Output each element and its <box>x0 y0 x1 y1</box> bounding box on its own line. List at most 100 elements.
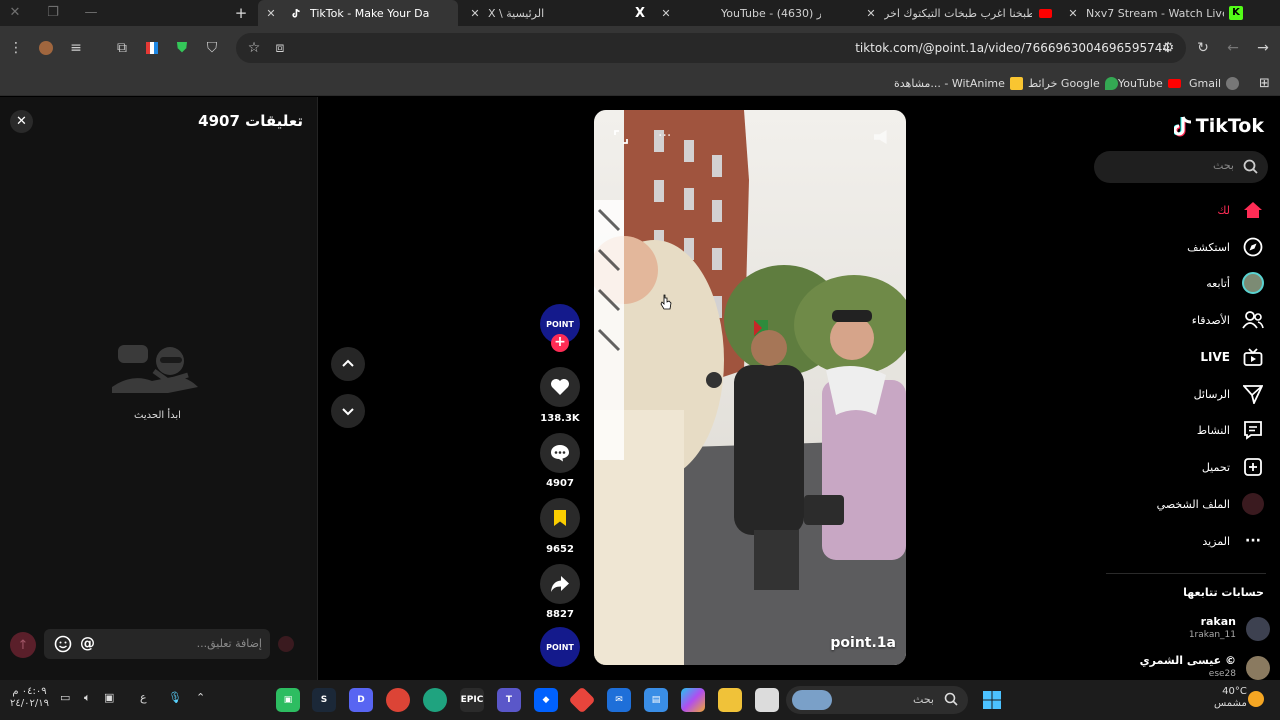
desktop-app-icon[interactable] <box>755 688 779 712</box>
weather-widget[interactable]: 40°C مشمس <box>1214 686 1247 710</box>
site-settings-icon[interactable]: ⚙ <box>1158 38 1178 58</box>
share-button[interactable] <box>540 564 580 604</box>
store-icon[interactable]: ▤ <box>644 688 668 712</box>
network-icon[interactable]: ▣ <box>104 691 114 704</box>
translate-icon[interactable]: ⧈ <box>270 38 290 58</box>
tab-x[interactable]: ✕ X \ الرئيسية <box>462 0 622 26</box>
bookmark-witanime[interactable]: مشاهدة... - WitAnime <box>894 74 1023 92</box>
clock[interactable]: ٠٤:٠٩ م ٢٤/٠٢/١٩ <box>10 686 49 710</box>
close-tab-icon[interactable]: ✕ <box>468 7 482 20</box>
close-tab-icon[interactable]: ✕ <box>1066 7 1080 20</box>
discord-icon[interactable]: D <box>349 688 373 712</box>
bookmark-label: مشاهدة... - WitAnime <box>894 76 1005 90</box>
follow-button[interactable]: + <box>551 334 569 352</box>
tab-cooking[interactable]: ✕ طبخنا اغرب طبخات التيكتوك اخر <box>858 0 1058 26</box>
taskbar-app-green-icon[interactable]: ▣ <box>276 688 300 712</box>
maps-pin-icon <box>1104 76 1118 90</box>
share-count: 8827 <box>546 609 574 620</box>
file-explorer-icon[interactable] <box>718 688 742 712</box>
send-comment-button[interactable]: ↑ <box>10 632 36 658</box>
teams-icon[interactable]: T <box>497 688 521 712</box>
anydesk-icon[interactable] <box>568 686 596 714</box>
apps-grid-icon[interactable]: ⊞ <box>1259 74 1270 92</box>
logo-text: TikTok <box>1195 115 1264 137</box>
search-icon[interactable] <box>1243 159 1258 174</box>
nav-live[interactable]: LIVE <box>1200 345 1264 369</box>
video-player[interactable]: ··· point.1a <box>594 110 906 665</box>
privacy-shield-icon[interactable]: ⛉ <box>202 38 222 58</box>
nav-friends[interactable]: الأصدقاء <box>1192 308 1264 332</box>
comment-input-box[interactable]: @ إضافة تعليق... <box>44 629 270 659</box>
mention-button[interactable]: @ <box>80 634 95 652</box>
chrome-icon[interactable] <box>386 688 410 712</box>
back-icon[interactable]: → <box>1253 38 1273 58</box>
bookmark-youtube[interactable]: YouTube <box>1118 74 1181 92</box>
tray-overflow-icon[interactable]: ⌃ <box>196 691 205 704</box>
nav-label: LIVE <box>1200 350 1230 364</box>
previous-video-button[interactable] <box>331 347 365 381</box>
nav-activity[interactable]: النشاط <box>1197 418 1264 442</box>
extensions-puzzle-icon[interactable]: ⧉ <box>112 38 132 58</box>
tab-title: YouTube - (4630) باور <box>721 6 821 20</box>
account-name: عيسى الشمري © <box>1139 654 1236 667</box>
edge-icon[interactable] <box>423 688 447 712</box>
copilot-icon[interactable] <box>681 688 705 712</box>
menu-dots-icon[interactable]: ⋮ <box>6 38 26 58</box>
fullscreen-icon[interactable] <box>614 130 628 144</box>
close-tab-icon[interactable]: ✕ <box>659 7 673 20</box>
like-button[interactable] <box>540 367 580 407</box>
search-input[interactable]: بحث <box>1094 151 1268 183</box>
volume-tray-icon[interactable]: 🔈︎ <box>84 691 91 705</box>
close-tab-icon[interactable]: ✕ <box>864 7 878 20</box>
nav-messages[interactable]: الرسائل <box>1194 382 1264 406</box>
reload-icon[interactable]: ↻ <box>1193 38 1213 58</box>
epic-games-icon[interactable]: EPIC <box>460 688 484 712</box>
video-more-icon[interactable]: ··· <box>658 128 671 144</box>
close-comments-button[interactable]: ✕ <box>10 110 33 133</box>
nav-for-you[interactable]: لك <box>1217 198 1264 222</box>
tab-tiktok[interactable]: ✕ TikTok - Make Your Day <box>258 0 458 26</box>
tiktok-logo[interactable]: TikTok <box>1173 115 1264 137</box>
nav-label: لك <box>1217 203 1230 217</box>
battery-icon[interactable]: ▭ <box>60 691 70 704</box>
emoji-icon[interactable] <box>54 635 72 653</box>
steam-icon[interactable]: S <box>312 688 336 712</box>
extension-bars-icon[interactable] <box>142 38 162 58</box>
mail-icon[interactable]: ✉ <box>607 688 631 712</box>
chevron-down-icon <box>342 408 354 416</box>
extension-profile-icon[interactable] <box>36 38 56 58</box>
bookmark-gmail[interactable]: Gmail <box>1189 74 1240 92</box>
window-restore-icon[interactable]: ❐ <box>44 4 62 22</box>
forward-icon[interactable]: ← <box>1223 38 1243 58</box>
account-item-rakan[interactable]: rakan 1rakan_11 <box>1100 615 1270 645</box>
close-tab-icon[interactable]: ✕ <box>264 7 278 20</box>
bookmark-google-maps[interactable]: خرائط Google <box>1028 74 1118 92</box>
window-minimize-icon[interactable]: — <box>82 4 100 22</box>
windows-start-icon[interactable] <box>980 688 1004 712</box>
dropbox-icon[interactable]: ◆ <box>534 688 558 712</box>
chevron-up-icon <box>342 359 354 367</box>
save-button[interactable] <box>540 498 580 538</box>
nav-more[interactable]: المزيد ··· <box>1202 529 1264 553</box>
media-queue-icon[interactable]: ≡ <box>66 38 86 58</box>
music-disc[interactable]: POINT <box>540 627 580 667</box>
url-text[interactable]: tiktok.com/@point.1a/video/7666963004696… <box>855 41 1170 55</box>
youtube-favicon-icon <box>1038 6 1052 20</box>
window-close-icon[interactable]: ✕ <box>6 4 24 22</box>
nav-profile[interactable]: الملف الشخصي <box>1157 492 1264 516</box>
taskbar-search[interactable]: بحث <box>786 686 968 714</box>
adblock-shield-icon[interactable]: ⛊ <box>172 38 192 58</box>
nav-explore[interactable]: استكشف <box>1187 235 1264 259</box>
following-avatar-icon <box>1242 272 1264 294</box>
comment-button[interactable] <box>540 433 580 473</box>
comment-input-placeholder[interactable]: إضافة تعليق... <box>197 637 262 650</box>
next-video-button[interactable] <box>331 394 365 428</box>
nav-following[interactable]: أتابعه <box>1206 271 1264 295</box>
new-tab-button[interactable]: + <box>232 4 250 22</box>
bookmark-star-icon[interactable]: ☆ <box>244 38 264 58</box>
microphone-icon[interactable]: 🎙︎ <box>168 691 182 704</box>
tab-kick[interactable]: ✕ Nxv7 Stream - Watch Live on K <box>1060 0 1250 26</box>
input-language[interactable]: ع <box>140 691 147 704</box>
tab-youtube[interactable]: X ✕ YouTube - (4630) باور <box>627 0 852 26</box>
nav-upload[interactable]: تحميل <box>1202 455 1264 479</box>
